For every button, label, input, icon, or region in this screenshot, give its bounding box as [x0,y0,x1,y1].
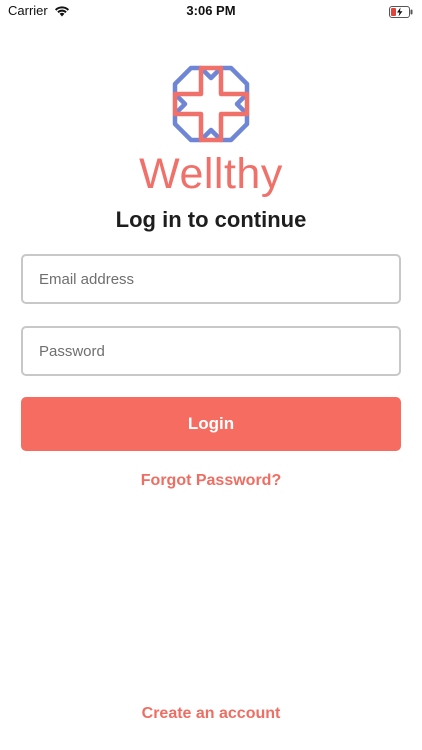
status-time: 3:06 PM [186,3,236,18]
wellthy-logo [169,62,253,146]
email-field[interactable] [21,254,401,304]
status-bar: Carrier 3:06 PM [0,0,422,24]
brand-name: Wellthy [139,150,283,198]
login-button[interactable]: Login [21,397,401,451]
password-field[interactable] [21,326,401,376]
battery-charging-icon [389,5,413,23]
create-account-link[interactable]: Create an account [0,705,422,723]
forgot-password-link[interactable]: Forgot Password? [0,472,422,490]
page-title: Log in to continue [115,207,307,232]
